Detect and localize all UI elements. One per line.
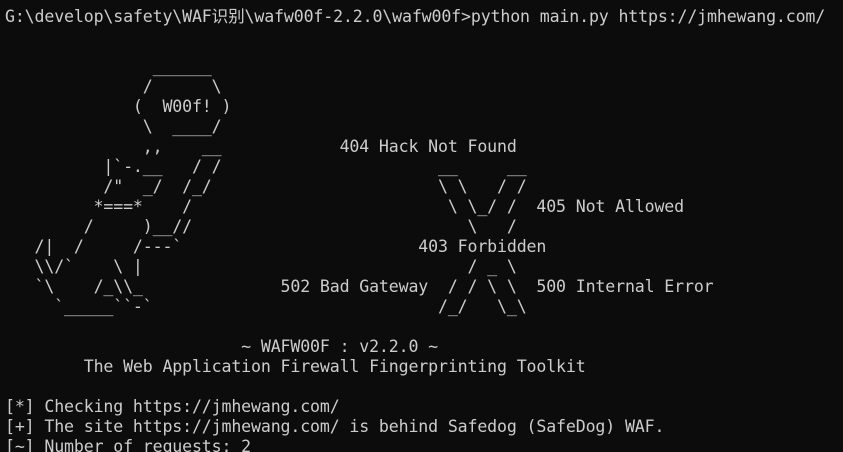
banner-line-7: /" _/ /_/ \ \ / /: [5, 177, 527, 196]
banner-line-8: *===* / \ \_/ / 405 Not Allowed: [5, 197, 685, 216]
request-count-output-line: [~] Number of requests: 2: [5, 437, 252, 452]
banner-line-6: |`-.__ / / __ __: [5, 157, 527, 176]
banner-line-9: / )__// \ /: [5, 217, 517, 236]
banner-line-13: `_____``-` /_/ \_\: [5, 297, 527, 316]
banner-line-12: `\ /_\\_ 502 Bad Gateway / / \ \ 500 Int…: [5, 277, 714, 296]
banner-line-3: ( W00f! ): [5, 97, 232, 116]
checking-output-line: [*] Checking https://jmhewang.com/: [5, 397, 340, 416]
banner-line-1: ______: [5, 57, 212, 76]
banner-line-2: / \: [5, 77, 222, 96]
banner-line-11: \\/` \ | / _ \: [5, 257, 517, 276]
banner-line-5: ,, __ 404 Hack Not Found: [5, 137, 517, 156]
toolkit-tagline: The Web Application Firewall Fingerprint…: [5, 357, 586, 376]
banner-line-10: /| / /---` 403 Forbidden: [5, 237, 547, 256]
waf-detected-output-line: [+] The site https://jmhewang.com/ is be…: [5, 417, 665, 436]
version-line: ~ WAFW00F : v2.2.0 ~: [5, 337, 438, 356]
command-prompt-line: G:\develop\safety\WAF识别\wafw00f-2.2.0\wa…: [5, 7, 826, 26]
banner-line-4: \ ____/: [5, 117, 222, 136]
terminal-window[interactable]: G:\develop\safety\WAF识别\wafw00f-2.2.0\wa…: [0, 0, 843, 452]
